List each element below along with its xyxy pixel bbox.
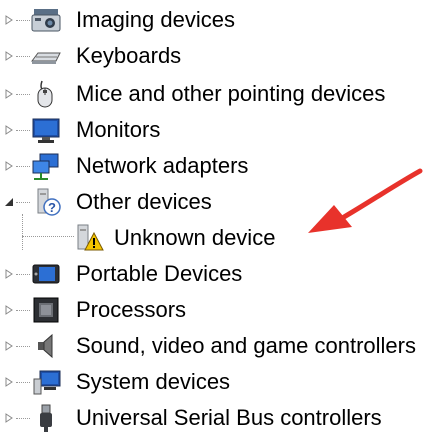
collapsed-expander-icon[interactable] [4,269,14,279]
tree-item-keyboards[interactable]: Keyboards [0,38,448,74]
collapsed-expander-icon[interactable] [4,413,14,423]
system-devices-icon [30,367,62,397]
tree-item-label: Processors [76,297,187,322]
usb-icon [30,403,62,433]
tree-connector [16,274,30,275]
mouse-icon [30,79,62,109]
processor-icon [30,295,62,325]
camera-icon [30,5,62,35]
tree-item-label: System devices [76,369,231,394]
portable-device-icon [30,259,62,289]
tree-connector [16,56,30,57]
monitor-icon [30,115,62,145]
tree-item-imaging-devices[interactable]: Imaging devices [0,2,448,38]
tree-connector [16,310,30,311]
tree-item-monitors[interactable]: Monitors [0,112,448,148]
network-adapter-icon [30,151,62,181]
tree-connector [16,382,30,383]
unknown-device-icon: ? [30,187,62,217]
red-arrow-icon [308,168,423,233]
tree-item-sound-video-game[interactable]: Sound, video and game controllers [0,328,448,364]
tree-item-portable-devices[interactable]: Portable Devices [0,256,448,292]
collapsed-expander-icon[interactable] [4,125,14,135]
collapsed-expander-icon[interactable] [4,15,14,25]
collapsed-expander-icon[interactable] [4,341,14,351]
collapsed-expander-icon[interactable] [4,305,14,315]
tree-connector [16,20,30,21]
tree-item-label: Sound, video and game controllers [76,333,416,358]
tree-connector [16,418,30,419]
tree-item-usb-controllers[interactable]: Universal Serial Bus controllers [0,400,448,436]
tree-item-label: Keyboards [76,43,182,68]
warning-device-icon [72,223,104,253]
tree-item-label: Universal Serial Bus controllers [76,405,382,430]
collapsed-expander-icon[interactable] [4,51,14,61]
tree-connector [16,166,30,167]
tree-connector [16,346,30,347]
tree-item-label: Network adapters [76,153,249,178]
keyboard-icon [30,41,62,71]
svg-text:?: ? [48,200,56,215]
expanded-expander-icon[interactable] [4,197,14,207]
tree-item-label: Monitors [76,117,161,142]
tree-item-label: Other devices [76,189,212,214]
tree-item-label: Unknown device [114,225,276,250]
tree-item-label: Mice and other pointing devices [76,81,386,106]
collapsed-expander-icon[interactable] [4,89,14,99]
collapsed-expander-icon[interactable] [4,161,14,171]
tree-item-mice[interactable]: Mice and other pointing devices [0,76,448,112]
tree-item-processors[interactable]: Processors [0,292,448,328]
tree-connector [16,202,30,203]
tree-connector [16,94,30,95]
tree-connector [16,130,30,131]
speaker-icon [30,331,62,361]
tree-item-label: Imaging devices [76,7,235,32]
tree-item-label: Portable Devices [76,261,243,286]
device-manager-tree: Imaging devices Keyboards Mice and other… [0,0,448,434]
collapsed-expander-icon[interactable] [4,377,14,387]
tree-item-system-devices[interactable]: System devices [0,364,448,400]
